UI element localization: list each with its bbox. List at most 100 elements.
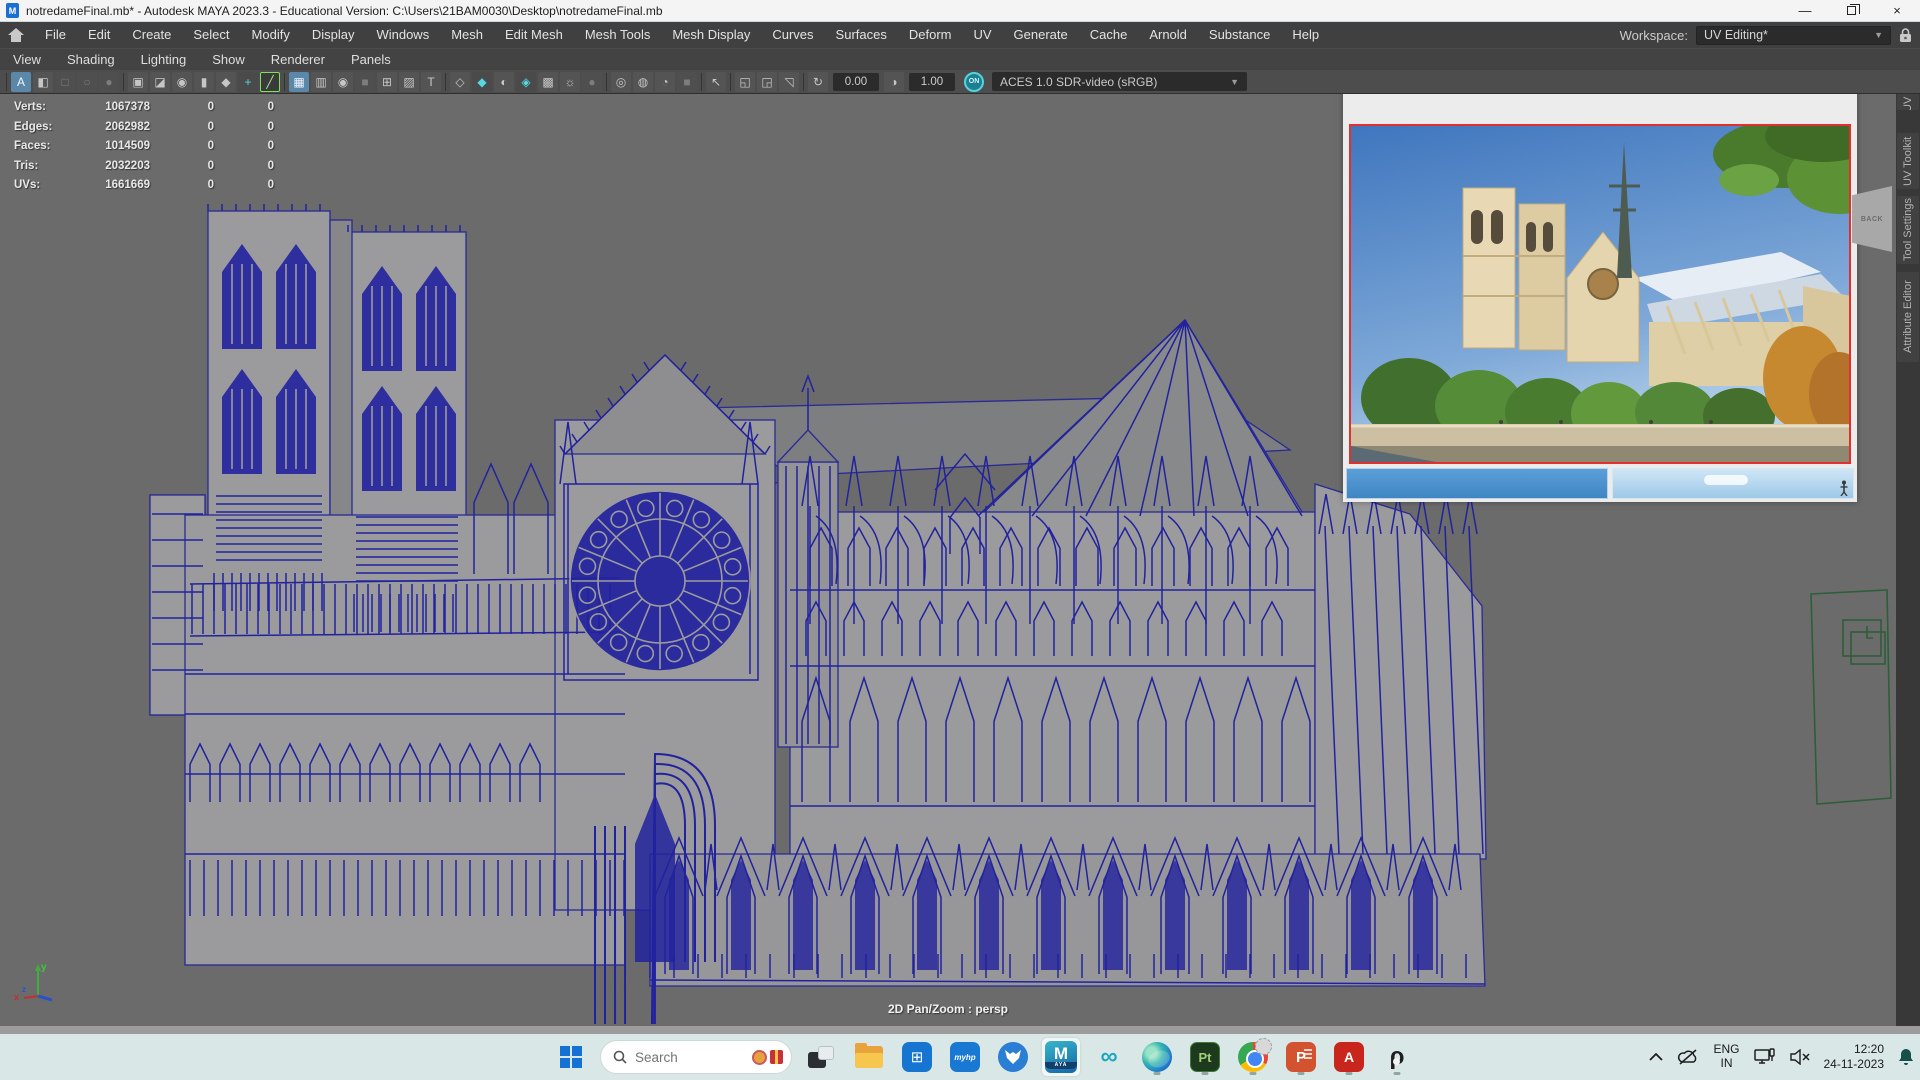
gamma-field[interactable]: 1.00 (909, 73, 955, 91)
microsoft-store-button[interactable]: ⊞ (898, 1038, 936, 1076)
rho-app-button[interactable]: ρ (1378, 1038, 1416, 1076)
volume-muted-icon[interactable] (1790, 1049, 1810, 1065)
reference-image-panel[interactable]: BACK (1343, 94, 1857, 502)
substance-painter-button[interactable]: Pt (1186, 1038, 1224, 1076)
menu-surfaces[interactable]: Surfaces (825, 22, 898, 48)
menu-modify[interactable]: Modify (241, 22, 301, 48)
reference-thumbnails[interactable] (1346, 468, 1854, 499)
isolate-select-icon[interactable]: ◱ (735, 72, 755, 92)
film-gate-icon[interactable]: ▥ (311, 72, 331, 92)
close-button[interactable]: × (1874, 0, 1920, 21)
notredame-wireframe-model[interactable] (90, 154, 1510, 1024)
restore-button[interactable] (1828, 0, 1874, 21)
hud-text-icon[interactable]: T (421, 72, 441, 92)
xray-active-icon[interactable]: ◔ (655, 72, 675, 92)
select-by-component-icon[interactable]: A (11, 72, 31, 92)
task-view-button[interactable] (802, 1038, 840, 1076)
pencil-context-icon[interactable]: ╱ (260, 72, 280, 92)
pan-zoom-icon[interactable]: ◹ (779, 72, 799, 92)
marquee-select-icon[interactable]: ◧ (33, 72, 53, 92)
menu-arnold[interactable]: Arnold (1138, 22, 1198, 48)
shaded-mode-icon[interactable]: ◆ (472, 72, 492, 92)
tab-uv-toolkit[interactable]: UV Toolkit (1897, 133, 1919, 189)
menu-cache[interactable]: Cache (1079, 22, 1139, 48)
isolate-add-icon[interactable]: ◲ (757, 72, 777, 92)
menu-create[interactable]: Create (121, 22, 182, 48)
camera-attributes-icon[interactable]: ◉ (172, 72, 192, 92)
camera-previous-icon[interactable]: ▣ (128, 72, 148, 92)
menu-substance[interactable]: Substance (1198, 22, 1281, 48)
xray-icon[interactable]: ◎ (611, 72, 631, 92)
highlight-selection-icon[interactable]: ↖ (706, 72, 726, 92)
camera-lock-icon[interactable]: ◪ (150, 72, 170, 92)
clock-date[interactable]: 12:20 24-11-2023 (1824, 1042, 1885, 1072)
maya-taskbar-button[interactable]: MAYA (1042, 1038, 1080, 1076)
grid-display-icon[interactable]: ▦ (289, 72, 309, 92)
uv-move-tool-icon[interactable]: + (238, 72, 258, 92)
panel-menu-show[interactable]: Show (199, 52, 258, 67)
menu-file[interactable]: File (34, 22, 77, 48)
panel-menu-lighting[interactable]: Lighting (128, 52, 200, 67)
panel-menu-renderer[interactable]: Renderer (258, 52, 338, 67)
workspace-select[interactable]: UV Editing* ▼ (1696, 26, 1891, 45)
menu-mesh[interactable]: Mesh (440, 22, 494, 48)
notification-bell-icon[interactable] (1898, 1048, 1914, 1066)
image-plane-icon[interactable]: ▨ (399, 72, 419, 92)
myhp-button[interactable]: myhp (946, 1038, 984, 1076)
sky-thumbnail-left[interactable] (1346, 468, 1608, 499)
wireframe-mode-icon[interactable]: ◇ (450, 72, 470, 92)
use-all-lights-icon[interactable]: ☼ (560, 72, 580, 92)
sculpt-display-icon[interactable]: ◆ (216, 72, 236, 92)
menu-select[interactable]: Select (182, 22, 240, 48)
visual-studio-button[interactable]: ∞ (1090, 1038, 1128, 1076)
tab-tool-settings[interactable]: Tool Settings (1897, 196, 1919, 264)
exposure-field[interactable]: 0.00 (833, 73, 879, 91)
shadows-icon[interactable]: ● (582, 72, 602, 92)
page-flip-flap[interactable]: BACK (1852, 186, 1892, 252)
taskbar-search[interactable] (600, 1040, 792, 1074)
menu-uv[interactable]: UV (962, 22, 1002, 48)
onedrive-offline-icon[interactable] (1677, 1049, 1699, 1065)
color-management-toggle[interactable]: ON (964, 72, 984, 92)
menu-edit[interactable]: Edit (77, 22, 121, 48)
tab-uv-editor[interactable]: UV Editor (1897, 94, 1919, 110)
powerpoint-button[interactable]: P (1282, 1038, 1320, 1076)
panel-menu-view[interactable]: View (0, 52, 54, 67)
contrast-icon[interactable]: ◑ (884, 72, 904, 92)
sparx-app-button[interactable] (994, 1038, 1032, 1076)
lasso-select-icon[interactable]: □ (55, 72, 75, 92)
menu-display[interactable]: Display (301, 22, 366, 48)
acrobat-button[interactable]: A (1330, 1038, 1368, 1076)
menu-mesh-tools[interactable]: Mesh Tools (574, 22, 662, 48)
paint-select-icon[interactable]: ○ (77, 72, 97, 92)
bookmark-icon[interactable]: ▮ (194, 72, 214, 92)
menu-windows[interactable]: Windows (365, 22, 440, 48)
menu-deform[interactable]: Deform (898, 22, 963, 48)
lock-icon[interactable] (1899, 28, 1912, 43)
tab-attribute-editor[interactable]: Attribute Editor (1897, 272, 1919, 362)
field-chart-icon[interactable]: ⊞ (377, 72, 397, 92)
panel-menu-panels[interactable]: Panels (338, 52, 404, 67)
tray-chevron-up-icon[interactable] (1649, 1053, 1663, 1061)
panel-menu-shading[interactable]: Shading (54, 52, 128, 67)
image-plane-wireframe[interactable] (1805, 586, 1901, 810)
menu-edit-mesh[interactable]: Edit Mesh (494, 22, 574, 48)
start-button[interactable] (552, 1038, 590, 1076)
home-icon[interactable] (8, 28, 24, 42)
view-transform-select[interactable]: ACES 1.0 SDR-video (sRGB)▼ (992, 72, 1247, 91)
checker-display-icon[interactable]: ▩ (538, 72, 558, 92)
resolution-gate-icon[interactable]: ◉ (333, 72, 353, 92)
network-icon[interactable] (1754, 1048, 1776, 1066)
textured-mode-icon[interactable]: ◈ (516, 72, 536, 92)
material-mode-icon[interactable]: ◐ (494, 72, 514, 92)
menu-curves[interactable]: Curves (761, 22, 824, 48)
gate-mask-icon[interactable]: ■ (355, 72, 375, 92)
menu-generate[interactable]: Generate (1003, 22, 1079, 48)
menu-mesh-display[interactable]: Mesh Display (661, 22, 761, 48)
perspective-viewport[interactable]: Verts:106737800Edges:206298200Faces:1014… (0, 94, 1920, 1026)
exposure-icon[interactable]: ↻ (808, 72, 828, 92)
language-indicator[interactable]: ENGIN (1713, 1043, 1739, 1071)
minimize-button[interactable]: — (1782, 0, 1828, 21)
search-input[interactable] (635, 1050, 744, 1065)
sky-thumbnail-right[interactable] (1612, 468, 1854, 499)
